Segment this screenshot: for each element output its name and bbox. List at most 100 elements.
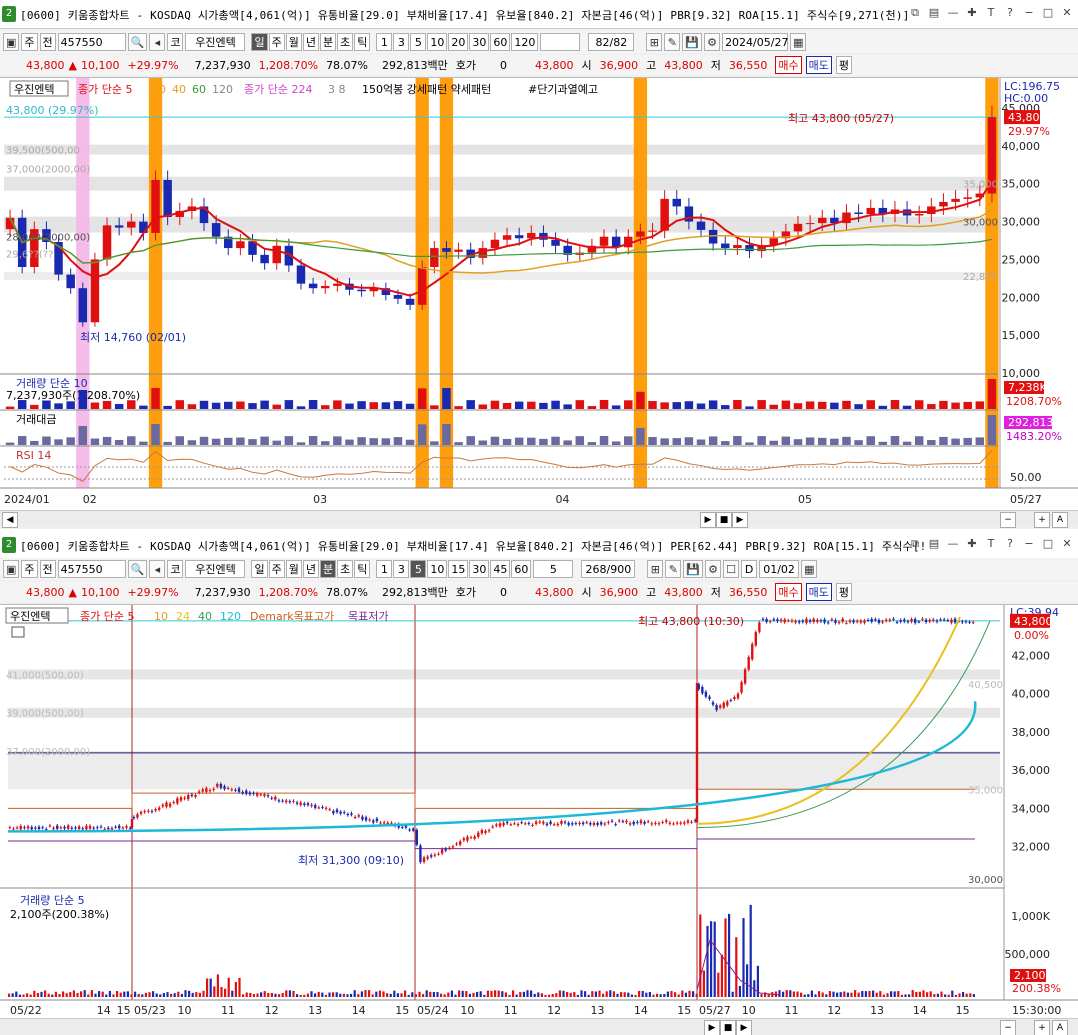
maximize-icon[interactable]: □ <box>1041 537 1055 551</box>
sell-button[interactable]: 매도 <box>805 56 832 74</box>
minimize-icon[interactable]: − <box>1022 537 1036 551</box>
layout-icon[interactable]: ▣ <box>3 33 20 51</box>
text-size-icon[interactable]: A <box>1052 1020 1068 1035</box>
gear-icon[interactable]: ⚙ <box>704 33 721 51</box>
play-icon[interactable]: ▶ <box>700 512 716 528</box>
layout-icon[interactable]: ▣ <box>3 560 20 578</box>
interval-select[interactable]: 5 <box>533 560 574 578</box>
stock-name-field[interactable]: 우진엔텍 <box>185 560 246 578</box>
data-count-field[interactable]: 268/900 <box>581 560 636 578</box>
text-icon[interactable]: T <box>984 6 998 20</box>
market-select[interactable]: 주 <box>21 560 38 578</box>
minute-scrollbar[interactable]: ▶ ■ ▶ − + A <box>0 1018 1078 1035</box>
scroll-right-button[interactable]: ▶ <box>732 512 748 528</box>
interval-button-3[interactable]: 10 <box>427 560 448 578</box>
date-field[interactable]: 01/02 <box>759 560 800 578</box>
calendar-icon[interactable]: ▦ <box>801 560 818 578</box>
period-button-6[interactable]: 틱 <box>354 33 371 51</box>
scroll-left-button[interactable]: ◀ <box>2 512 18 528</box>
sell-button[interactable]: 매도 <box>805 583 832 601</box>
market-select[interactable]: 주 <box>21 33 38 51</box>
stock-code-input[interactable]: 457550 <box>57 560 126 578</box>
period-button-3[interactable]: 년 <box>302 33 319 51</box>
pin-icon[interactable]: ✚ <box>965 537 979 551</box>
interval-button-3[interactable]: 10 <box>427 33 448 51</box>
calendar-icon[interactable]: ▦ <box>790 33 807 51</box>
zoom-in-icon[interactable]: + <box>1034 512 1050 528</box>
minimize-icon[interactable]: — <box>946 537 960 551</box>
period-button-6[interactable]: 틱 <box>354 560 371 578</box>
interval-button-4[interactable]: 15 <box>448 560 469 578</box>
interval-button-4[interactable]: 20 <box>448 33 469 51</box>
interval-button-2[interactable]: 5 <box>410 560 427 578</box>
data-count-field[interactable]: 82/82 <box>588 33 635 51</box>
period-type-select[interactable]: 전 <box>39 560 56 578</box>
name-mode-button[interactable]: 코 <box>167 560 184 578</box>
interval-button-2[interactable]: 5 <box>410 33 427 51</box>
help-icon[interactable]: ? <box>1003 6 1017 20</box>
daily-scrollbar[interactable]: ◀ ▶ ■ ▶ − + A <box>0 510 1078 528</box>
text-size-icon[interactable]: A <box>1052 512 1068 528</box>
interval-button-7[interactable]: 120 <box>511 33 539 51</box>
restore-icon[interactable]: ⧉ <box>908 537 922 551</box>
eval-button[interactable]: 평 <box>835 56 852 74</box>
daily-candle-chart[interactable]: 45,00040,00035,00030,00025,00020,00015,0… <box>0 78 1078 511</box>
help-icon[interactable]: ? <box>1003 537 1017 551</box>
period-button-0[interactable]: 일 <box>251 560 268 578</box>
tile-icon[interactable]: ▤ <box>927 537 941 551</box>
stop-icon[interactable]: ■ <box>716 512 732 528</box>
restore-icon[interactable]: ⧉ <box>908 6 922 20</box>
period-type-select[interactable]: 전 <box>39 33 56 51</box>
scroll-right-button[interactable]: ▶ <box>736 1020 752 1035</box>
period-button-4[interactable]: 분 <box>319 33 337 51</box>
gear-icon[interactable]: ⚙ <box>705 560 722 578</box>
minute-candle-chart[interactable]: 42,00040,00038,00036,00034,00032,000LC:3… <box>0 605 1078 1019</box>
interval-button-5[interactable]: 30 <box>469 560 490 578</box>
minimize-icon[interactable]: — <box>946 6 960 20</box>
window-titlebar[interactable]: 2 [0600] 키움종합차트 - KOSDAQ 시가총액[4,061(억)] … <box>0 531 1078 560</box>
buy-button[interactable]: 매수 <box>775 56 802 74</box>
close-icon[interactable]: ✕ <box>1060 6 1074 20</box>
save-icon[interactable]: 💾 <box>682 33 703 51</box>
draw-icon[interactable]: ✎ <box>664 33 681 51</box>
interval-button-1[interactable]: 3 <box>393 33 410 51</box>
interval-button-6[interactable]: 60 <box>490 33 511 51</box>
period-button-5[interactable]: 초 <box>337 33 354 51</box>
period-button-1[interactable]: 주 <box>268 560 285 578</box>
search-icon[interactable]: 🔍 <box>127 33 148 51</box>
period-button-4[interactable]: 분 <box>319 560 337 578</box>
name-mode-button[interactable]: 코 <box>167 33 184 51</box>
tile-icon[interactable]: ▤ <box>927 6 941 20</box>
interval-select[interactable] <box>540 33 581 51</box>
minute-chart-area[interactable]: 42,000 40,000 38,000 36,000 34,000 32,000 LC:3… <box>0 604 1078 1019</box>
interval-button-6[interactable]: 45 <box>490 560 511 578</box>
daily-chart-area[interactable]: 45,000 40,000 35,000 30,000 25,000 20,000 15,0… <box>0 77 1078 511</box>
play-icon[interactable]: ▶ <box>704 1020 720 1035</box>
period-button-2[interactable]: 월 <box>285 560 302 578</box>
interval-button-7[interactable]: 60 <box>511 560 532 578</box>
period-button-1[interactable]: 주 <box>268 33 285 51</box>
save-icon[interactable]: 💾 <box>683 560 704 578</box>
fit-icon[interactable]: ⊞ <box>646 33 663 51</box>
stop-icon[interactable]: ■ <box>720 1020 736 1035</box>
date-field[interactable]: 2024/05/27 <box>722 33 788 51</box>
draw-icon[interactable]: ✎ <box>665 560 682 578</box>
search-icon[interactable]: 🔍 <box>127 560 148 578</box>
period-button-3[interactable]: 년 <box>302 560 319 578</box>
window-titlebar[interactable]: 2 [0600] 키움종합차트 - KOSDAQ 시가총액[4,061(억)] … <box>0 0 1078 29</box>
stock-name-field[interactable]: 우진엔텍 <box>185 33 246 51</box>
text-icon[interactable]: T <box>984 537 998 551</box>
close-icon[interactable]: ✕ <box>1060 537 1074 551</box>
minimize-icon[interactable]: − <box>1022 6 1036 20</box>
interval-button-0[interactable]: 1 <box>376 33 393 51</box>
period-button-2[interactable]: 월 <box>285 33 302 51</box>
speaker-icon[interactable]: ◂ <box>149 560 166 578</box>
buy-button[interactable]: 매수 <box>775 583 802 601</box>
interval-button-5[interactable]: 30 <box>469 33 490 51</box>
period-button-0[interactable]: 일 <box>251 33 268 51</box>
checkbox[interactable]: ☐ <box>723 560 740 578</box>
maximize-icon[interactable]: □ <box>1041 6 1055 20</box>
interval-button-0[interactable]: 1 <box>376 560 393 578</box>
zoom-out-icon[interactable]: − <box>1000 512 1016 528</box>
period-button-5[interactable]: 초 <box>337 560 354 578</box>
